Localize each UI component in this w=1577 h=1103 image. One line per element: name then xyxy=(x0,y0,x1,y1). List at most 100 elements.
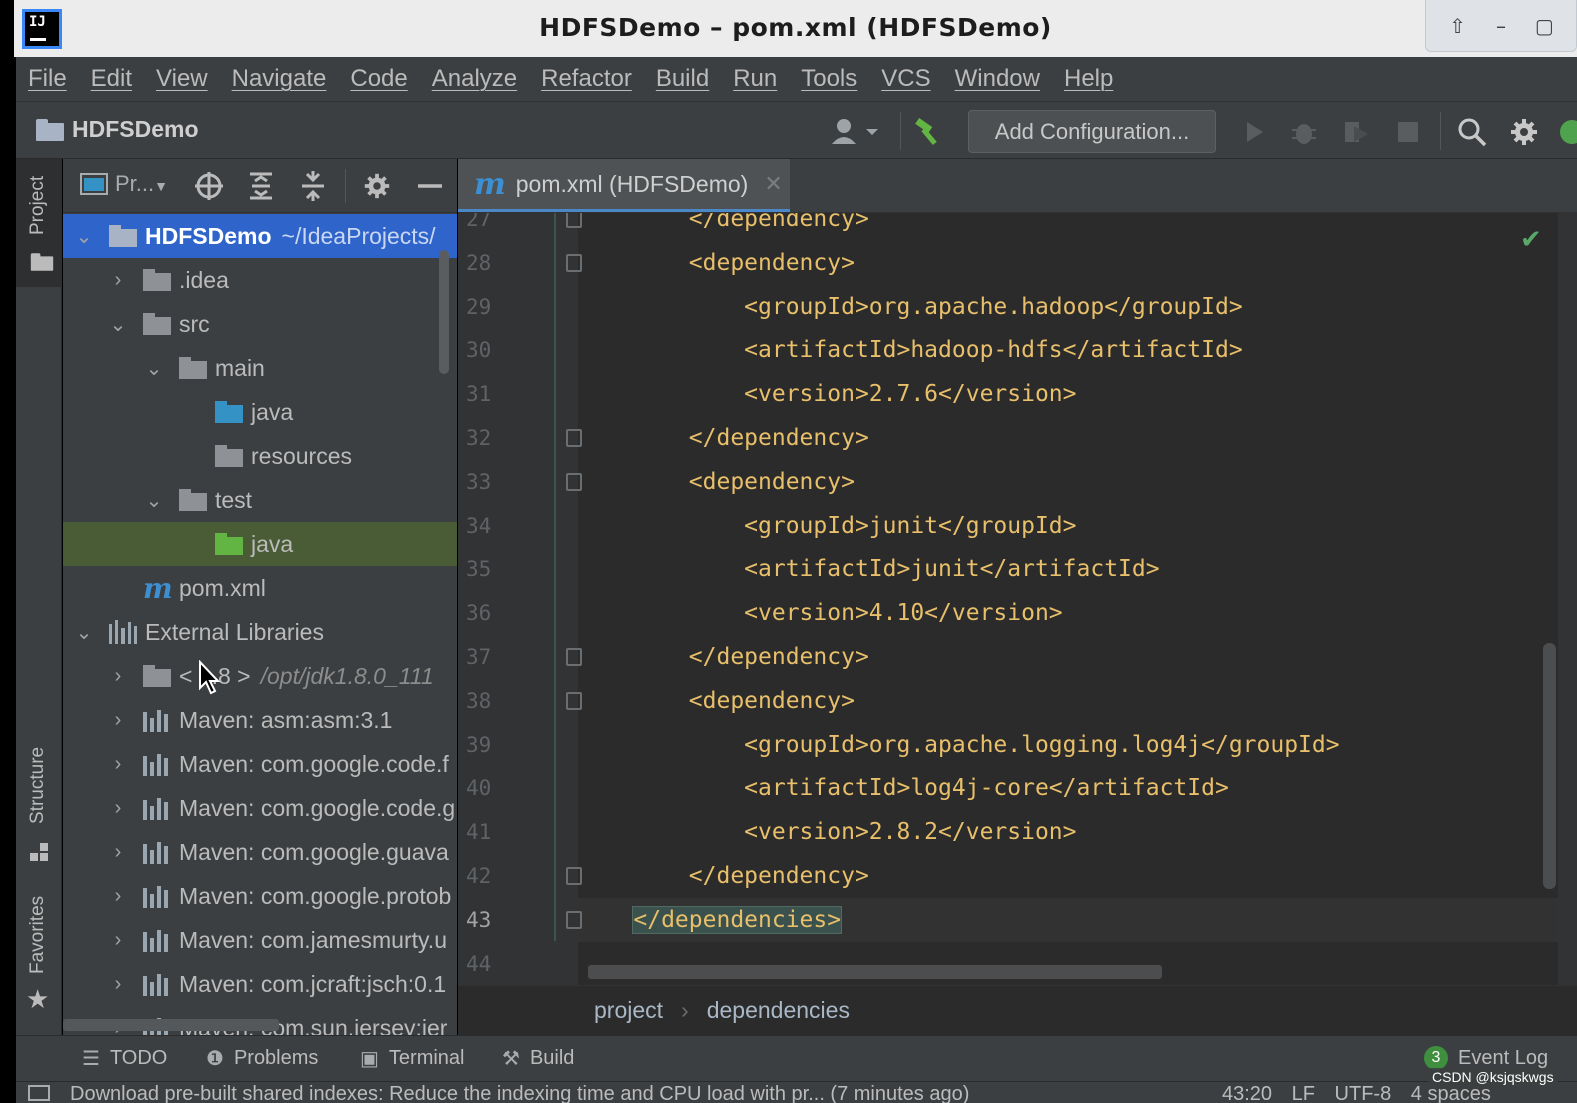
code-line[interactable]: <dependency> xyxy=(578,460,1558,504)
favorites-tab[interactable]: Favorites xyxy=(20,885,56,985)
menu-help[interactable]: Help xyxy=(1064,65,1113,93)
code-line[interactable]: <artifactId>hadoop-hdfs</artifactId> xyxy=(578,328,1558,372)
maximize-up-icon[interactable]: ⇧ xyxy=(1446,14,1470,38)
tree-row-main-java[interactable]: java xyxy=(63,390,457,434)
menu-file[interactable]: File xyxy=(28,65,67,93)
tree-row-library[interactable]: › Maven: asm:asm:3.1 xyxy=(63,698,457,742)
tree-row-main[interactable]: ⌄ main xyxy=(63,346,457,390)
file-encoding[interactable]: UTF-8 xyxy=(1335,1083,1392,1103)
chevron-right-icon[interactable]: › xyxy=(107,885,129,908)
stop-icon[interactable] xyxy=(1392,116,1424,148)
chevron-right-icon[interactable]: › xyxy=(107,753,129,776)
code-line[interactable]: </dependency> xyxy=(578,635,1558,679)
menu-vcs[interactable]: VCS xyxy=(881,65,930,93)
locate-target-icon[interactable] xyxy=(193,171,225,201)
fold-marker-icon[interactable] xyxy=(566,910,582,929)
chevron-down-icon[interactable]: ⌄ xyxy=(143,488,165,513)
menu-navigate[interactable]: Navigate xyxy=(232,65,327,93)
chevron-right-icon[interactable]: › xyxy=(107,665,129,688)
chevron-right-icon[interactable]: › xyxy=(107,973,129,996)
tree-row-test[interactable]: ⌄ test xyxy=(63,478,457,522)
menu-edit[interactable]: Edit xyxy=(91,65,132,93)
collapse-all-icon[interactable] xyxy=(297,171,329,201)
structure-tab[interactable]: Structure xyxy=(20,733,56,837)
code-line[interactable]: <version>2.7.6</version> xyxy=(578,372,1558,416)
code-line[interactable]: <version>4.10</version> xyxy=(578,591,1558,635)
tree-row-jdk[interactable]: › < 1.8 > /opt/jdk1.8.0_111 xyxy=(63,654,457,698)
breadcrumb-project[interactable]: HDFSDemo xyxy=(36,116,199,143)
tree-row-library[interactable]: › Maven: com.google.protob xyxy=(63,874,457,918)
minimize-icon[interactable]: – xyxy=(1489,14,1513,38)
code-line[interactable]: </dependency> xyxy=(578,213,1558,241)
code-line[interactable]: <groupId>junit</groupId> xyxy=(578,504,1558,548)
code-line[interactable]: </dependency> xyxy=(578,416,1558,460)
menu-view[interactable]: View xyxy=(156,65,208,93)
code-editor[interactable]: 27 28 29 30 31 32 33 34 35 36 37 38 39 40 41 42 43 44 ✔ <… xyxy=(458,213,1558,985)
problems-tool-button[interactable]: ❶ Problems xyxy=(206,1046,318,1071)
notification-icon[interactable] xyxy=(28,1085,50,1101)
panel-settings-gear-icon[interactable] xyxy=(361,171,393,201)
tree-row-idea[interactable]: › .idea xyxy=(63,258,457,302)
chevron-down-icon[interactable]: ⌄ xyxy=(143,356,165,381)
tab-pom-xml[interactable]: m pom.xml (HDFSDemo) ✕ xyxy=(458,159,790,212)
chevron-right-icon[interactable]: › xyxy=(107,797,129,820)
menu-tools[interactable]: Tools xyxy=(801,65,857,93)
editor-vertical-scrollbar[interactable] xyxy=(1543,643,1556,889)
fold-marker-icon[interactable] xyxy=(566,429,582,447)
hide-panel-icon[interactable] xyxy=(415,171,445,201)
editor-horizontal-scrollbar[interactable] xyxy=(588,965,1162,979)
indent-setting[interactable]: 4 spaces xyxy=(1411,1083,1491,1103)
tree-row-library[interactable]: › Maven: com.google.code.g xyxy=(63,786,457,830)
restore-icon[interactable]: ▢ xyxy=(1532,14,1556,38)
chevron-down-icon[interactable]: ⌄ xyxy=(73,620,95,645)
menu-refactor[interactable]: Refactor xyxy=(541,65,632,93)
code-line[interactable]: <artifactId>junit</artifactId> xyxy=(578,547,1558,591)
chevron-right-icon[interactable]: › xyxy=(107,269,129,292)
fold-marker-icon[interactable] xyxy=(566,213,582,228)
code-line[interactable]: <version>2.8.2</version> xyxy=(578,810,1558,854)
code-line[interactable]: </dependency> xyxy=(578,854,1558,898)
settings-gear-icon[interactable] xyxy=(1508,116,1540,148)
code-line[interactable]: <artifactId>log4j-core</artifactId> xyxy=(578,766,1558,810)
code-line[interactable]: <dependency> xyxy=(578,241,1558,285)
close-tab-icon[interactable]: ✕ xyxy=(764,172,782,197)
tree-row-resources[interactable]: resources xyxy=(63,434,457,478)
terminal-tool-button[interactable]: ▣ Terminal xyxy=(360,1046,464,1071)
code-line[interactable]: <dependency> xyxy=(578,679,1558,723)
build-tool-button[interactable]: ⚒ Build xyxy=(502,1046,574,1071)
line-separator[interactable]: LF xyxy=(1292,1083,1315,1103)
tree-row-library[interactable]: › Maven: com.google.guava xyxy=(63,830,457,874)
menu-build[interactable]: Build xyxy=(656,65,709,93)
chevron-right-icon[interactable]: › xyxy=(107,709,129,732)
status-message[interactable]: Download pre-built shared indexes: Reduc… xyxy=(70,1083,969,1103)
fold-marker-icon[interactable] xyxy=(566,867,582,885)
tree-row-test-java[interactable]: java xyxy=(63,522,457,566)
build-hammer-icon[interactable] xyxy=(912,116,944,148)
vcs-user-icon[interactable] xyxy=(828,116,884,148)
crumb-dependencies[interactable]: dependencies xyxy=(707,997,850,1024)
project-view-selector[interactable]: Pr...▼ xyxy=(115,171,175,201)
tree-row-library[interactable]: › Maven: com.jcraft:jsch:0.1 xyxy=(63,962,457,1006)
tree-row-pom[interactable]: m pom.xml xyxy=(63,566,457,610)
code-line[interactable]: <groupId>org.apache.logging.log4j</group… xyxy=(578,723,1558,767)
run-with-coverage-icon[interactable] xyxy=(1340,116,1372,148)
ide-features-icon[interactable] xyxy=(1556,116,1577,148)
search-icon[interactable] xyxy=(1456,116,1488,148)
menu-code[interactable]: Code xyxy=(350,65,407,93)
tree-row-library[interactable]: › Maven: com.jamesmurty.u xyxy=(63,918,457,962)
menu-analyze[interactable]: Analyze xyxy=(432,65,517,93)
code-line[interactable]: <groupId>org.apache.hadoop</groupId> xyxy=(578,285,1558,329)
horizontal-scrollbar[interactable] xyxy=(63,1019,279,1031)
fold-marker-icon[interactable] xyxy=(566,648,582,666)
run-icon[interactable] xyxy=(1238,116,1270,148)
chevron-right-icon[interactable]: › xyxy=(107,841,129,864)
fold-marker-icon[interactable] xyxy=(566,691,582,710)
event-log-tool-button[interactable]: 3 Event Log xyxy=(1424,1046,1548,1070)
chevron-down-icon[interactable]: ⌄ xyxy=(73,224,95,249)
chevron-right-icon[interactable]: › xyxy=(107,929,129,952)
expand-all-icon[interactable] xyxy=(245,171,277,201)
tree-row-external-libraries[interactable]: ⌄ External Libraries xyxy=(63,610,457,654)
fold-marker-icon[interactable] xyxy=(566,472,582,491)
menu-run[interactable]: Run xyxy=(733,65,777,93)
fold-marker-icon[interactable] xyxy=(566,253,582,272)
